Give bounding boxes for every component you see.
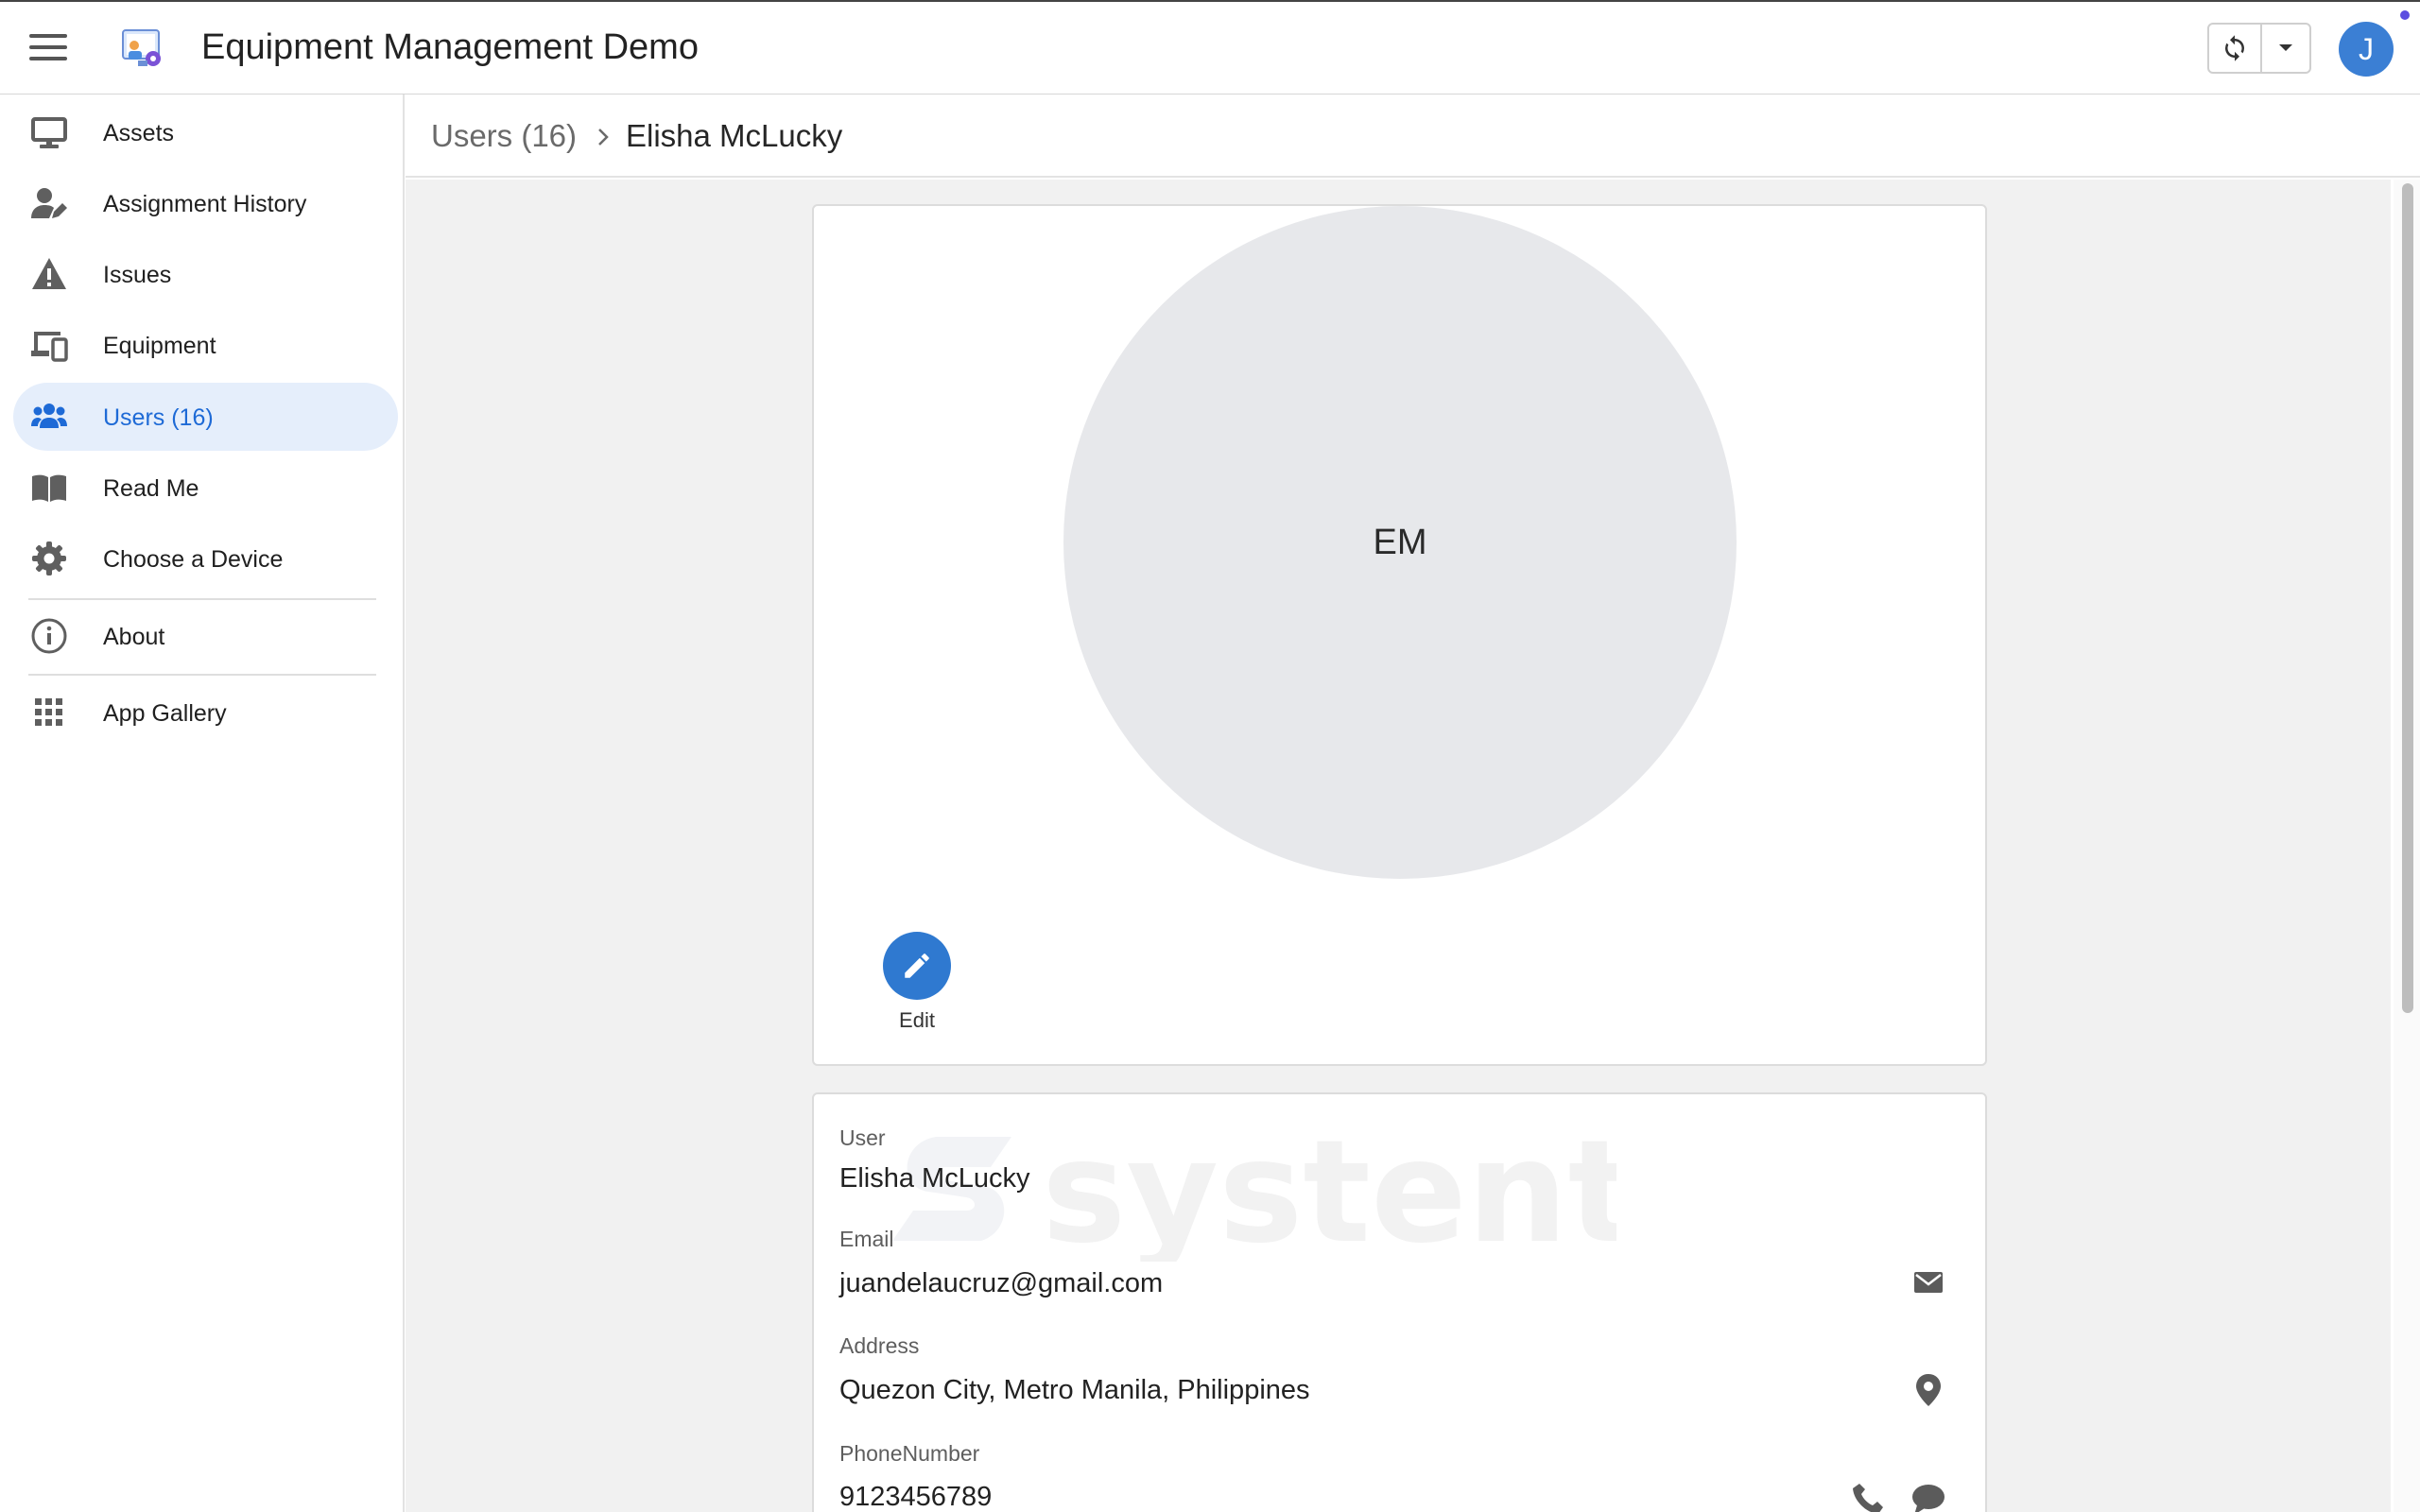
book-icon (32, 474, 66, 502)
gear-icon (32, 541, 66, 576)
sidebar-divider (28, 598, 376, 600)
address-field-label: Address (839, 1333, 920, 1358)
sidebar-divider (28, 674, 376, 676)
sync-button-group (2207, 23, 2311, 74)
sidebar-item-label: Read Me (103, 475, 199, 502)
sidebar-item-label: Issues (103, 262, 172, 288)
profile-initials: EM (1373, 522, 1427, 562)
user-avatar[interactable]: J (2339, 22, 2394, 77)
user-edit-icon (31, 188, 67, 218)
sidebar-item-label: About (103, 624, 165, 650)
sidebar-item-label: Equipment (103, 333, 216, 359)
edit-button[interactable] (883, 932, 951, 1000)
sidebar-item-read-me[interactable]: Read Me (13, 454, 398, 522)
sidebar-item-issues[interactable]: Issues (13, 240, 398, 308)
email-field-label: Email (839, 1227, 894, 1251)
sync-button[interactable] (2209, 25, 2262, 72)
users-icon (31, 404, 67, 428)
breadcrumb-current: Elisha McLucky (626, 118, 843, 153)
email-field-value: juandelaucruz@gmail.com (839, 1268, 1164, 1298)
user-field-value: Elisha McLucky (839, 1163, 1030, 1194)
sync-options-dropdown[interactable] (2262, 25, 2309, 72)
sync-icon (2225, 35, 2244, 61)
phone-icon[interactable] (1849, 1480, 1887, 1512)
user-field-label: User (839, 1125, 886, 1150)
devices-icon (31, 332, 68, 362)
app-logo (122, 29, 161, 66)
email-icon[interactable] (1910, 1263, 1947, 1301)
location-pin-icon[interactable] (1910, 1371, 1947, 1409)
sidebar-item-app-gallery[interactable]: App Gallery (13, 679, 398, 747)
breadcrumb: Users (16) Elisha McLucky (406, 94, 2420, 178)
edit-label: Edit (899, 1008, 935, 1032)
sidebar-item-users[interactable]: Users (16) (13, 383, 398, 451)
sidebar-item-about[interactable]: About (13, 602, 398, 670)
scrollbar-thumb[interactable] (2402, 183, 2413, 1013)
watermark-text: systent (1042, 1120, 1616, 1262)
pencil-icon (905, 954, 929, 978)
top-app-bar: Equipment Management Demo J (0, 0, 2420, 94)
sidebar-item-label: App Gallery (103, 700, 227, 727)
sidebar-item-equipment[interactable]: Equipment (13, 311, 398, 379)
sidebar-item-label: Choose a Device (103, 546, 284, 573)
caret-down-icon (2279, 44, 2292, 51)
chevron-right-icon (598, 129, 609, 146)
sidebar-item-label: Users (16) (103, 404, 214, 431)
sidebar-item-choose-device[interactable]: Choose a Device (13, 524, 398, 593)
breadcrumb-parent-link[interactable]: Users (16) (431, 117, 577, 155)
notification-dot (2400, 10, 2410, 20)
phone-field-label: PhoneNumber (839, 1441, 980, 1466)
sidebar-item-assets[interactable]: Assets (13, 98, 398, 166)
sidebar-item-label: Assignment History (103, 191, 307, 217)
profile-avatar: EM (1063, 206, 1737, 879)
phone-field-value: 9123456789 (839, 1482, 993, 1512)
warning-icon (32, 258, 66, 289)
menu-icon[interactable] (29, 34, 67, 62)
info-icon (31, 618, 67, 654)
monitor-icon (31, 117, 67, 148)
sidebar: Assets Assignment History Issues Equipme… (0, 94, 405, 1512)
sidebar-item-assignment-history[interactable]: Assignment History (13, 169, 398, 237)
app-window: Equipment Management Demo J Assets Assig… (0, 0, 2420, 1512)
chat-icon[interactable] (1910, 1480, 1947, 1512)
app-title: Equipment Management Demo (201, 27, 699, 67)
apps-grid-icon (35, 698, 62, 726)
sidebar-item-label: Assets (103, 120, 175, 146)
address-field-value: Quezon City, Metro Manila, Philippines (839, 1375, 1310, 1405)
